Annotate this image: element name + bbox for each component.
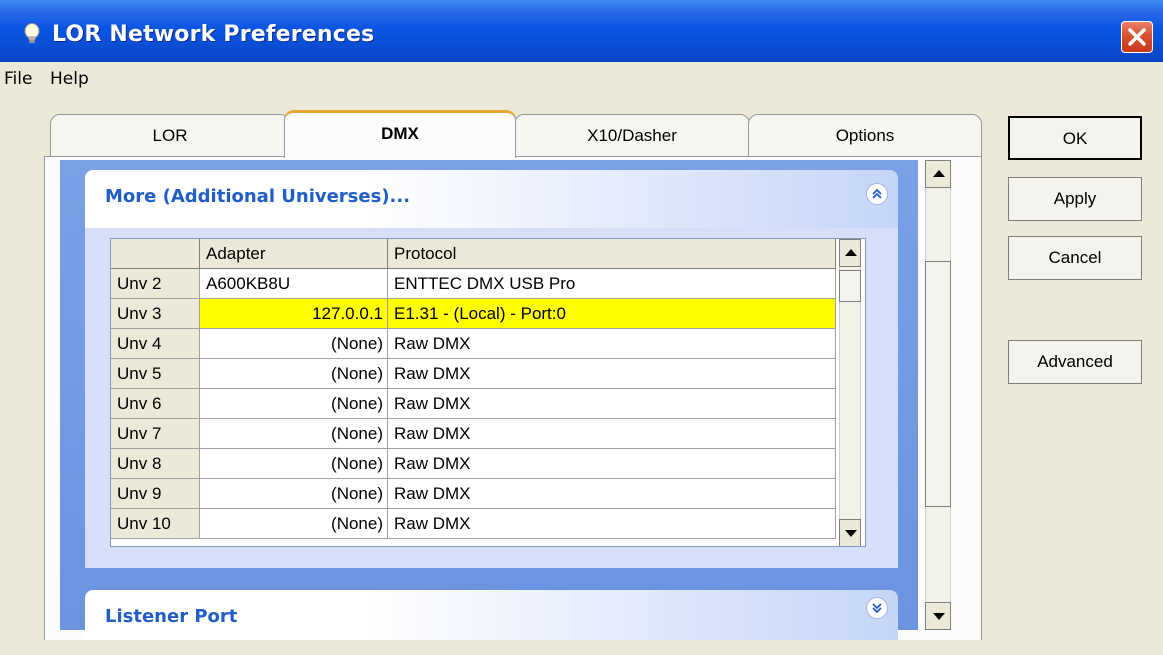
collapse-group-button[interactable]	[866, 183, 888, 205]
adapter-cell[interactable]: (None)	[200, 419, 388, 449]
table-row[interactable]: Unv 5 (None) Raw DMX	[111, 359, 836, 389]
adapter-column-header[interactable]: Adapter	[200, 239, 388, 269]
protocol-cell[interactable]: Raw DMX	[388, 479, 836, 509]
protocol-cell[interactable]: ENTTEC DMX USB Pro	[388, 269, 836, 299]
close-button[interactable]	[1121, 21, 1153, 53]
adapter-cell[interactable]: (None)	[200, 449, 388, 479]
protocol-cell[interactable]: Raw DMX	[388, 389, 836, 419]
tab-lor[interactable]: LOR	[50, 114, 290, 156]
universe-cell: Unv 3	[111, 299, 200, 329]
table-row[interactable]: Unv 6 (None) Raw DMX	[111, 389, 836, 419]
panel-scroll-thumb[interactable]	[925, 261, 951, 507]
panel-scrollbar[interactable]	[925, 160, 951, 630]
chevron-up-double-icon	[872, 188, 882, 199]
chevron-down-double-icon	[872, 603, 882, 614]
apply-button-label: Apply	[1053, 189, 1097, 208]
grid-header-row: Adapter Protocol	[111, 239, 836, 269]
lightbulb-icon	[24, 23, 40, 43]
adapter-cell[interactable]: (None)	[200, 509, 388, 539]
protocol-cell[interactable]: Raw DMX	[388, 449, 836, 479]
universe-grid[interactable]: Adapter Protocol Unv 2 A600KB8U ENTTEC D…	[110, 238, 866, 547]
title-bar[interactable]: LOR Network Preferences	[0, 0, 1163, 62]
tab-dmx-label: DMX	[381, 124, 419, 143]
arrow-down-icon	[845, 530, 857, 537]
grid-corner-header	[111, 239, 200, 269]
universe-cell: Unv 9	[111, 479, 200, 509]
table-row[interactable]: Unv 10 (None) Raw DMX	[111, 509, 836, 539]
tab-x10-dasher[interactable]: X10/Dasher	[514, 114, 750, 156]
grid-scroll-thumb[interactable]	[839, 270, 861, 302]
protocol-cell[interactable]: Raw DMX	[388, 509, 836, 539]
protocol-cell[interactable]: Raw DMX	[388, 419, 836, 449]
apply-button[interactable]: Apply	[1008, 177, 1142, 221]
menu-bar	[0, 62, 1163, 94]
universe-cell: Unv 8	[111, 449, 200, 479]
universe-cell: Unv 5	[111, 359, 200, 389]
advanced-button-label: Advanced	[1037, 352, 1113, 371]
protocol-cell[interactable]: Raw DMX	[388, 329, 836, 359]
table-row[interactable]: Unv 2 A600KB8U ENTTEC DMX USB Pro	[111, 269, 836, 299]
adapter-cell[interactable]: (None)	[200, 389, 388, 419]
arrow-up-icon	[845, 249, 857, 256]
lor-network-preferences-window: LOR Network Preferences File Help LOR DM…	[0, 0, 1163, 655]
cancel-button-label: Cancel	[1048, 248, 1102, 267]
ok-button-label: OK	[1062, 129, 1088, 148]
expand-group-button[interactable]	[866, 597, 888, 619]
menu-help[interactable]: Help	[50, 69, 89, 89]
panel-scroll-up-button[interactable]	[925, 160, 951, 188]
tab-options-label: Options	[835, 126, 895, 145]
listener-port-title: Listener Port	[105, 606, 238, 627]
universe-cell: Unv 10	[111, 509, 200, 539]
table-row[interactable]: Unv 8 (None) Raw DMX	[111, 449, 836, 479]
grid-scroll-down-button[interactable]	[839, 519, 861, 546]
universe-cell: Unv 2	[111, 269, 200, 299]
table-row[interactable]: Unv 3 127.0.0.1 E1.31 - (Local) - Port:0	[111, 299, 836, 329]
adapter-cell[interactable]: 127.0.0.1	[200, 299, 388, 329]
ok-button[interactable]: OK	[1008, 116, 1142, 160]
arrow-down-icon	[933, 613, 945, 620]
arrow-up-icon	[933, 170, 945, 177]
tab-x10-label: X10/Dasher	[587, 126, 677, 145]
panel-scroll-down-button[interactable]	[925, 602, 951, 630]
close-icon	[1128, 28, 1146, 46]
advanced-button[interactable]: Advanced	[1008, 340, 1142, 384]
table-row[interactable]: Unv 4 (None) Raw DMX	[111, 329, 836, 359]
universe-cell: Unv 7	[111, 419, 200, 449]
menu-file[interactable]: File	[4, 69, 32, 89]
window-bottom-edge	[0, 640, 1163, 655]
adapter-cell[interactable]: A600KB8U	[200, 269, 388, 299]
table-row[interactable]: Unv 7 (None) Raw DMX	[111, 419, 836, 449]
universe-cell: Unv 4	[111, 329, 200, 359]
tab-dmx[interactable]: DMX	[284, 110, 516, 158]
universe-cell: Unv 6	[111, 389, 200, 419]
table-row[interactable]: Unv 9 (None) Raw DMX	[111, 479, 836, 509]
cancel-button[interactable]: Cancel	[1008, 236, 1142, 280]
adapter-cell[interactable]: (None)	[200, 329, 388, 359]
more-universes-title: More (Additional Universes)...	[105, 186, 411, 207]
tab-options[interactable]: Options	[748, 114, 982, 156]
protocol-cell[interactable]: Raw DMX	[388, 359, 836, 389]
adapter-cell[interactable]: (None)	[200, 479, 388, 509]
window-title: LOR Network Preferences	[52, 22, 375, 47]
protocol-column-header[interactable]: Protocol	[388, 239, 836, 269]
grid-scroll-up-button[interactable]	[839, 239, 861, 267]
protocol-cell[interactable]: E1.31 - (Local) - Port:0	[388, 299, 836, 329]
grid-scrollbar[interactable]	[839, 239, 861, 546]
tab-lor-label: LOR	[152, 126, 188, 145]
adapter-cell[interactable]: (None)	[200, 359, 388, 389]
